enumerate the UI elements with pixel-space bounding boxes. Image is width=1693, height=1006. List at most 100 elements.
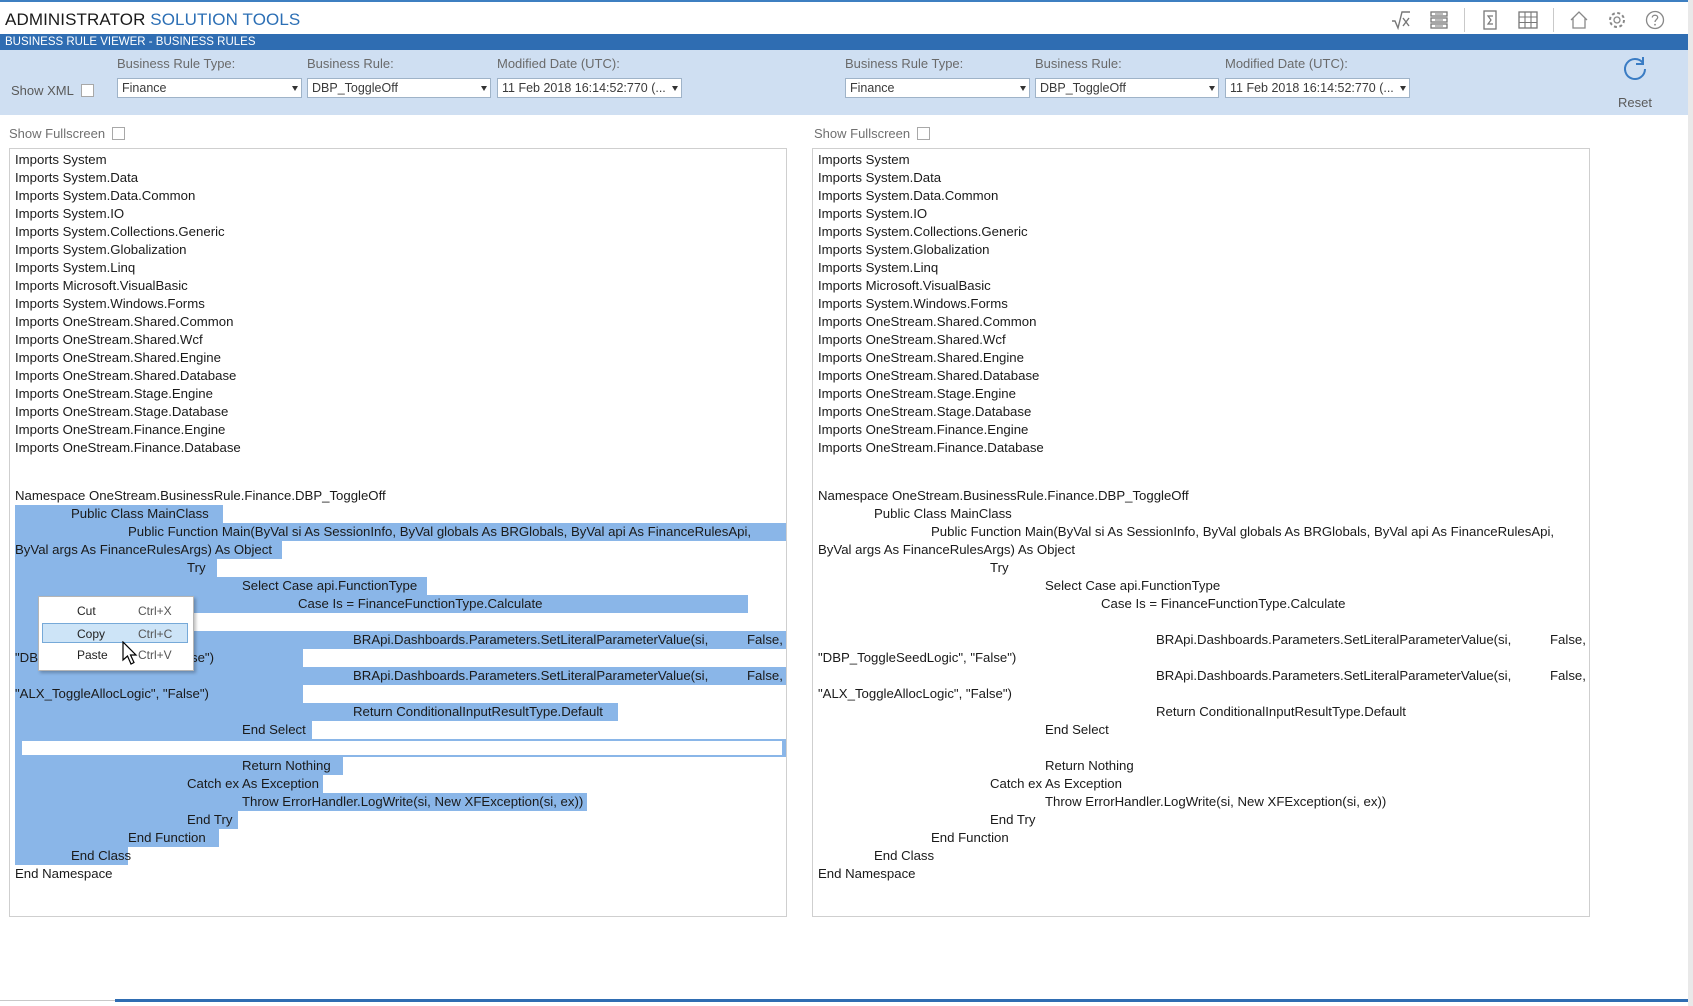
code-line-namespace: Namespace OneStream.BusinessRule.Finance… [818, 488, 1189, 503]
left-rule-value: DBP_ToggleOff [312, 81, 398, 95]
bottom-divider [0, 1000, 115, 1001]
right-modified-label: Modified Date (UTC): [1225, 56, 1348, 71]
code-line-setparam1-b-suffix: se") [191, 650, 215, 665]
code-line-end-namespace: End Namespace [15, 866, 113, 881]
right-fullscreen-checkbox[interactable] [917, 127, 931, 140]
code-line-setparam1-false: False, [1550, 632, 1586, 647]
left-modified-select[interactable]: 11 Feb 2018 16:14:52:770 (... [497, 78, 682, 98]
left-rule-type-label: Business Rule Type: [117, 56, 236, 71]
help-icon[interactable] [1636, 7, 1674, 33]
formula-icon[interactable] [1382, 7, 1420, 33]
code-line-setparam2-b: "ALX_ToggleAllocLogic", "False") [15, 686, 209, 701]
code-line-import: Imports System.Globalization [15, 242, 187, 257]
sigma-doc-icon[interactable] [1471, 7, 1509, 33]
code-line-import: Imports Microsoft.VisualBasic [15, 278, 188, 293]
code-line-import: Imports OneStream.Stage.Engine [15, 386, 213, 401]
code-line-setparam1-b: "DBP_ToggleSeedLogic", "False") [818, 650, 1017, 665]
page-header-strip: BUSINESS RULE VIEWER - BUSINESS RULES [0, 34, 1688, 50]
empty-line-gap [22, 741, 782, 755]
code-line-import: Imports OneStream.Finance.Engine [818, 422, 1029, 437]
context-menu-paste-label: Paste [77, 648, 108, 662]
right-fullscreen-label: Show Fullscreen [814, 126, 911, 141]
code-line-try: Try [187, 560, 206, 575]
stack-icon[interactable] [1420, 7, 1458, 33]
code-line-setparam2-false: False, [747, 668, 783, 683]
show-xml-checkbox[interactable] [80, 84, 94, 97]
code-line-return-nothing: Return Nothing [1045, 758, 1134, 773]
code-line-import: Imports OneStream.Stage.Database [818, 404, 1032, 419]
code-line-import: Imports System.Linq [15, 260, 136, 275]
toolbar-separator [1464, 8, 1465, 32]
code-line-case-is: Case Is = FinanceFunctionType.Calculate [1101, 596, 1346, 611]
right-rule-type-select[interactable]: Finance [845, 78, 1030, 98]
gear-icon[interactable] [1598, 7, 1636, 33]
code-line-import: Imports OneStream.Shared.Engine [15, 350, 221, 365]
code-line-try: Try [990, 560, 1009, 575]
code-line-import: Imports OneStream.Shared.Common [818, 314, 1037, 329]
code-line-setparam1-a: BRApi.Dashboards.Parameters.SetLiteralPa… [1156, 632, 1512, 647]
filter-bar: Show XML Business Rule Type: Finance Bus… [0, 50, 1688, 115]
context-menu-cut[interactable]: Cut Ctrl+X [42, 601, 188, 621]
left-rule-select[interactable]: DBP_ToggleOff [307, 78, 491, 98]
app-title-solution-tools: SOLUTION TOOLS [150, 10, 301, 29]
left-modified-field: Modified Date (UTC): 11 Feb 2018 16:14:5… [497, 56, 682, 98]
show-xml-toggle[interactable]: Show XML [11, 83, 94, 98]
code-line-namespace: Namespace OneStream.BusinessRule.Finance… [15, 488, 386, 503]
code-line-end-function: End Function [931, 830, 1009, 845]
code-line-import: Imports System.Globalization [818, 242, 990, 257]
code-line-catch: Catch ex As Exception [990, 776, 1122, 791]
home-icon[interactable] [1560, 7, 1598, 33]
context-menu-paste[interactable]: Paste Ctrl+V [42, 645, 188, 665]
right-rule-select[interactable]: DBP_ToggleOff [1035, 78, 1219, 98]
left-code-editor[interactable]: Imports System Imports System.Data Imports… [9, 148, 787, 917]
code-line-setparam2-b: "ALX_ToggleAllocLogic", "False") [818, 686, 1012, 701]
code-line-class: Public Class MainClass [874, 506, 1012, 521]
code-line-import: Imports System.Data [818, 170, 942, 185]
refresh-icon [1624, 57, 1646, 80]
right-code-editor[interactable]: Imports System Imports System.Data Imports… [812, 148, 1590, 917]
right-rule-field: Business Rule: DBP_ToggleOff [1035, 56, 1219, 98]
context-menu-paste-shortcut: Ctrl+V [138, 648, 172, 662]
toolbar [1382, 7, 1674, 33]
code-line-import: Imports OneStream.Finance.Database [818, 440, 1044, 455]
left-modified-label: Modified Date (UTC): [497, 56, 620, 71]
show-xml-label: Show XML [11, 83, 74, 98]
code-line-import: Imports System.IO [818, 206, 928, 221]
code-line-import: Imports OneStream.Finance.Engine [15, 422, 226, 437]
left-fullscreen-checkbox[interactable] [112, 127, 126, 140]
right-modified-select[interactable]: 11 Feb 2018 16:14:52:770 (... [1225, 78, 1410, 98]
left-fullscreen-toggle[interactable]: Show Fullscreen [9, 126, 126, 141]
code-line-end-try: End Try [990, 812, 1036, 827]
code-line-setparam2-false: False, [1550, 668, 1586, 683]
code-line-function-a: Public Function Main(ByVal si As Session… [931, 524, 1555, 539]
toolbar-separator [1553, 8, 1554, 32]
left-rule-label: Business Rule: [307, 56, 394, 71]
code-line-import: Imports OneStream.Finance.Database [15, 440, 241, 455]
chevron-down-icon [1020, 86, 1026, 91]
grid-icon[interactable] [1509, 7, 1547, 33]
mouse-cursor-icon [122, 641, 138, 665]
app-title-admin: ADMINISTRATOR [5, 10, 146, 29]
right-fullscreen-toggle[interactable]: Show Fullscreen [814, 126, 931, 141]
chevron-down-icon [292, 86, 298, 91]
code-line-import: Imports System.Data.Common [818, 188, 999, 203]
right-modified-value: 11 Feb 2018 16:14:52:770 (... [1230, 81, 1394, 95]
code-line-end-namespace: End Namespace [818, 866, 916, 881]
code-line-import: Imports OneStream.Stage.Engine [818, 386, 1016, 401]
code-line-return-nothing: Return Nothing [242, 758, 331, 773]
code-line-select-case: Select Case api.FunctionType [1045, 578, 1221, 593]
chevron-down-icon [1400, 86, 1406, 91]
left-rule-type-field: Business Rule Type: Finance [117, 56, 302, 98]
right-rule-value: DBP_ToggleOff [1040, 81, 1126, 95]
code-line-import: Imports System.IO [15, 206, 125, 221]
reset-label: Reset [1618, 95, 1652, 110]
context-menu-copy[interactable]: Copy Ctrl+C [42, 623, 188, 643]
left-rule-field: Business Rule: DBP_ToggleOff [307, 56, 491, 98]
reset-button[interactable]: Reset [1610, 54, 1660, 110]
right-rule-type-value: Finance [850, 81, 895, 95]
context-menu-cut-shortcut: Ctrl+X [138, 604, 172, 618]
left-rule-type-select[interactable]: Finance [117, 78, 302, 98]
code-line-end-select: End Select [242, 722, 306, 737]
chevron-down-icon [672, 86, 678, 91]
chevron-down-icon [1209, 86, 1215, 91]
